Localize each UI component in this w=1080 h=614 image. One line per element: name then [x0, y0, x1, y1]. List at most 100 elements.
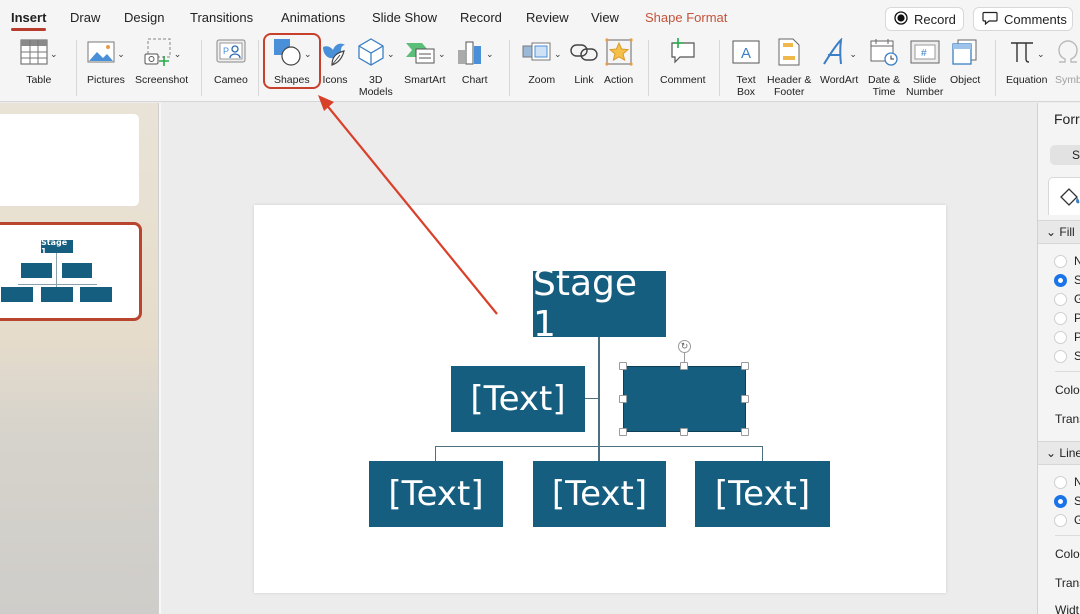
fill-section-header[interactable]: ⌄ Fill: [1038, 220, 1080, 244]
slide-thumbnail-1[interactable]: [0, 114, 139, 206]
header-footer-label: Header & Footer: [767, 74, 812, 98]
3d-models-icon: [357, 37, 385, 72]
date-time-button[interactable]: Date & Time: [868, 38, 900, 98]
resize-handle-n[interactable]: [680, 362, 688, 370]
fill-transparency-label: Trans: [1055, 412, 1080, 426]
tab-draw[interactable]: Draw: [70, 10, 100, 25]
powerpoint-window: Insert Draw Design Transitions Animation…: [0, 0, 1080, 614]
stage-title-box[interactable]: Stage 1: [533, 263, 666, 345]
tab-insert[interactable]: Insert: [11, 10, 47, 31]
cameo-button[interactable]: P Cameo: [214, 38, 248, 86]
chevron-down-icon: ⌄: [849, 48, 857, 59]
thumbnail-box: [1, 287, 33, 302]
line-option-solid-radio[interactable]: [1054, 495, 1067, 508]
link-label: Link: [574, 74, 594, 86]
format-pane-title: Forr: [1054, 111, 1080, 127]
line-option-gradient-radio[interactable]: [1054, 514, 1067, 527]
resize-handle-ne[interactable]: [741, 362, 749, 370]
action-button[interactable]: Action: [604, 37, 634, 86]
pictures-label: Pictures: [87, 74, 125, 86]
text-box-bottom-center[interactable]: [Text]: [533, 461, 666, 527]
line-color-label: Colo: [1055, 547, 1080, 561]
action-label: Action: [604, 74, 634, 86]
text-box-bottom-left[interactable]: [Text]: [369, 461, 503, 527]
tab-transitions[interactable]: Transitions: [190, 10, 253, 25]
action-icon: [604, 37, 633, 71]
tab-view[interactable]: View: [591, 10, 619, 25]
ribbon-separator: [76, 40, 77, 96]
thumbnail-box: [41, 287, 73, 302]
resize-handle-se[interactable]: [741, 428, 749, 436]
new-comment-button[interactable]: Comment: [660, 37, 706, 86]
chevron-down-icon: ⌄: [554, 48, 562, 59]
fill-option-gradient-radio[interactable]: [1054, 293, 1067, 306]
fill-line-tab[interactable]: [1048, 177, 1080, 215]
symbol-button[interactable]: Symb: [1055, 38, 1080, 86]
resize-handle-w[interactable]: [619, 395, 627, 403]
record-icon: [894, 10, 908, 28]
object-button[interactable]: Object: [950, 38, 980, 86]
fill-section-label: Fill: [1059, 225, 1075, 239]
format-shape-pane: Forr S ⌄ Fill N S G P P S Colo Trans ⌄ L…: [1037, 103, 1080, 614]
record-button-label: Record: [914, 11, 956, 27]
table-button[interactable]: ⌄ Table: [20, 38, 58, 86]
fill-option-label: N: [1074, 254, 1080, 268]
slide-2[interactable]: Stage 1 [Text] [Text] [Text] [Text] ↻: [254, 205, 946, 593]
chevron-down-icon: ⌄: [50, 48, 58, 59]
resize-handle-e[interactable]: [741, 395, 749, 403]
3d-models-button[interactable]: ⌄ 3D Models: [357, 37, 395, 98]
comment-add-icon: [668, 37, 698, 72]
ribbon-separator: [258, 40, 259, 96]
text-box-mid-left[interactable]: [Text]: [451, 366, 585, 432]
line-section-header[interactable]: ⌄ Line: [1038, 441, 1080, 465]
fill-option-pattern-radio[interactable]: [1054, 331, 1067, 344]
chevron-down-icon: ⌄: [486, 48, 494, 59]
tab-design[interactable]: Design: [124, 10, 164, 25]
fill-option-solid-radio[interactable]: [1054, 274, 1067, 287]
cameo-label: Cameo: [214, 74, 248, 86]
slide-number-label: Slide Number: [906, 74, 944, 98]
tab-record[interactable]: Record: [460, 10, 502, 25]
text-box-button[interactable]: A Text Box: [731, 38, 761, 98]
text-box-label: Text Box: [736, 74, 756, 98]
svg-text:#: #: [921, 48, 927, 59]
icons-button[interactable]: Icons: [320, 38, 350, 86]
record-button[interactable]: Record: [885, 7, 964, 31]
wordart-button[interactable]: ⌄ WordArt: [820, 36, 859, 86]
resize-handle-sw[interactable]: [619, 428, 627, 436]
shape-options-segment[interactable]: S: [1050, 145, 1080, 165]
equation-button[interactable]: ⌄ Equation: [1006, 38, 1047, 86]
fill-option-slide-bg-radio[interactable]: [1054, 350, 1067, 363]
chevron-down-icon: ⌄: [173, 48, 182, 59]
resize-handle-nw[interactable]: [619, 362, 627, 370]
rotate-handle-icon[interactable]: ↻: [678, 340, 691, 353]
object-label: Object: [950, 74, 981, 86]
fill-option-no-fill-radio[interactable]: [1054, 255, 1067, 268]
tab-review[interactable]: Review: [526, 10, 569, 25]
slide-number-button[interactable]: # Slide Number: [906, 38, 943, 98]
text-box-bottom-right[interactable]: [Text]: [695, 461, 830, 527]
chevron-down-icon: ⌄: [438, 48, 446, 59]
line-option-no-line-radio[interactable]: [1054, 476, 1067, 489]
wordart-label: WordArt: [820, 74, 859, 86]
chevron-down-icon: ⌄: [387, 48, 395, 59]
text-box-mid-right-selected[interactable]: [623, 366, 746, 432]
tab-animations[interactable]: Animations: [281, 10, 345, 25]
ribbon-separator: [648, 40, 649, 96]
tab-shape-format[interactable]: Shape Format: [645, 10, 727, 25]
header-footer-button[interactable]: Header & Footer: [767, 38, 811, 98]
pictures-button[interactable]: ⌄ Pictures: [87, 38, 125, 86]
fill-option-picture-radio[interactable]: [1054, 312, 1067, 325]
tab-slide-show[interactable]: Slide Show: [372, 10, 437, 25]
slide-thumbnail-2[interactable]: Stage 1: [0, 222, 142, 321]
svg-text:A: A: [741, 45, 751, 62]
wordart-icon: [821, 36, 847, 71]
link-button[interactable]: Link: [569, 38, 599, 86]
zoom-button[interactable]: ⌄ Zoom: [522, 38, 562, 86]
line-option-label: S: [1074, 494, 1080, 508]
comments-button[interactable]: Comments: [973, 7, 1073, 31]
resize-handle-s[interactable]: [680, 428, 688, 436]
chart-button[interactable]: ⌄ Chart: [456, 38, 494, 86]
screenshot-button[interactable]: ⌄ Screenshot: [135, 38, 188, 86]
smartart-button[interactable]: ⌄ SmartArt: [404, 38, 446, 86]
